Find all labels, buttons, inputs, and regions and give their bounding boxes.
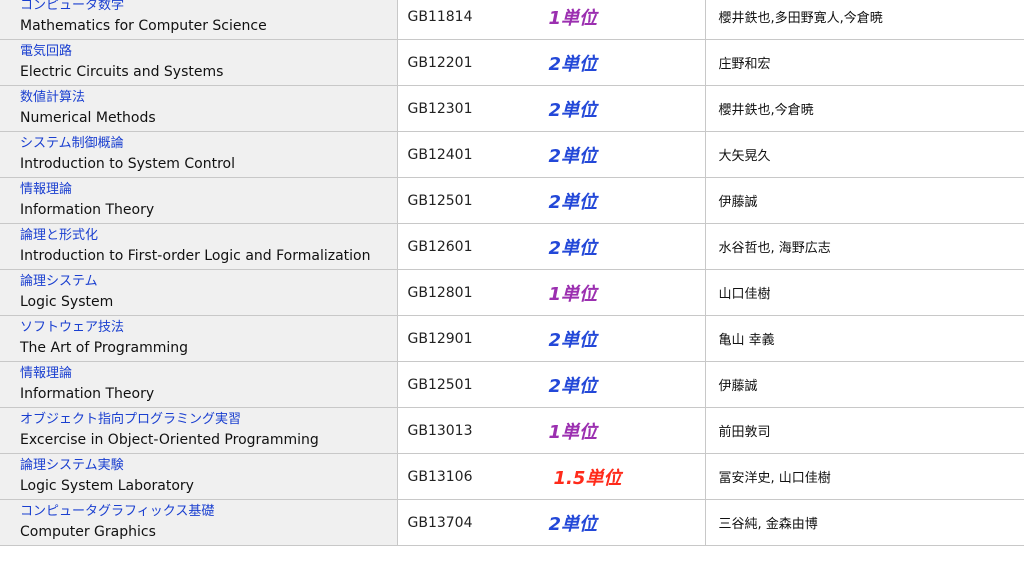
course-english-title: Logic System bbox=[20, 293, 114, 310]
table-row: 情報理論 Information Theory GB12501 2単位 伊藤誠 bbox=[0, 361, 1024, 408]
credit-label: 1単位 bbox=[548, 421, 598, 443]
credit-label: 2単位 bbox=[548, 375, 598, 397]
course-code: GB13704 bbox=[407, 514, 473, 531]
course-code: GB12501 bbox=[407, 376, 473, 393]
course-code-cell: GB13704 2単位 bbox=[396, 499, 706, 546]
course-title-link[interactable]: オブジェクト指向プログラミング実習 bbox=[20, 411, 396, 429]
course-table-body: コンピュータ数学 Mathematics for Computer Science… bbox=[0, 0, 1024, 546]
instructor-cell: 山口佳樹 bbox=[704, 269, 1024, 316]
course-code: GB12401 bbox=[407, 146, 473, 163]
instructor-cell: 伊藤誠 bbox=[704, 177, 1024, 224]
course-code-cell: GB13013 1単位 bbox=[396, 407, 706, 454]
instructor-cell: 櫻井鉄也,多田野寛人,今倉暁 bbox=[704, 0, 1024, 40]
course-title-link[interactable]: 情報理論 bbox=[20, 365, 396, 383]
table-row: 論理システム Logic System GB12801 1単位 山口佳樹 bbox=[0, 269, 1024, 316]
course-code-cell: GB12301 2単位 bbox=[396, 85, 706, 132]
course-name-cell: 情報理論 Information Theory bbox=[0, 177, 398, 224]
credit-label: 1.5単位 bbox=[553, 467, 622, 489]
course-code-cell: GB12401 2単位 bbox=[396, 131, 706, 178]
course-name-cell: ソフトウェア技法 The Art of Programming bbox=[0, 315, 398, 362]
course-code-cell: GB11814 1単位 bbox=[396, 0, 706, 40]
course-code: GB13106 bbox=[407, 468, 473, 485]
credit-label: 1単位 bbox=[548, 283, 598, 305]
credit-label: 1単位 bbox=[548, 7, 598, 29]
course-name-cell: 論理システム実験 Logic System Laboratory bbox=[0, 453, 398, 500]
table-row: 論理システム実験 Logic System Laboratory GB13106 1.… bbox=[0, 453, 1024, 500]
course-english-title: Mathematics for Computer Science bbox=[20, 17, 267, 34]
course-title-link[interactable]: コンピュータグラフィックス基礎 bbox=[20, 503, 396, 521]
course-english-title: Information Theory bbox=[20, 385, 155, 402]
course-code-cell: GB12501 2単位 bbox=[396, 177, 706, 224]
course-code: GB12501 bbox=[407, 192, 473, 209]
course-name-cell: オブジェクト指向プログラミング実習 Excercise in Object-Ori… bbox=[0, 407, 398, 454]
course-english-title: Numerical Methods bbox=[20, 109, 156, 126]
course-code-cell: GB12501 2単位 bbox=[396, 361, 706, 408]
table-row: コンピュータ数学 Mathematics for Computer Science… bbox=[0, 0, 1024, 40]
course-title-link[interactable]: ソフトウェア技法 bbox=[20, 319, 396, 337]
table-row: 数値計算法 Numerical Methods GB12301 2単位 櫻井鉄也,今倉暁 bbox=[0, 85, 1024, 132]
course-code: GB12801 bbox=[407, 284, 473, 301]
credit-label: 2単位 bbox=[548, 191, 598, 213]
instructor-cell: 亀山 幸義 bbox=[704, 315, 1024, 362]
instructor-cell: 冨安洋史, 山口佳樹 bbox=[704, 453, 1024, 500]
table-row: ソフトウェア技法 The Art of Programming GB12901 2単位… bbox=[0, 315, 1024, 362]
instructor-cell: 櫻井鉄也,今倉暁 bbox=[704, 85, 1024, 132]
table-row: コンピュータグラフィックス基礎 Computer Graphics GB13704 2… bbox=[0, 499, 1024, 546]
course-title-link[interactable]: 論理システム実験 bbox=[20, 457, 396, 475]
instructor-cell: 伊藤誠 bbox=[704, 361, 1024, 408]
credit-label: 2単位 bbox=[548, 237, 598, 259]
course-name-cell: コンピュータ数学 Mathematics for Computer Science bbox=[0, 0, 398, 40]
course-title-link[interactable]: 情報理論 bbox=[20, 181, 396, 199]
course-title-link[interactable]: 論理システム bbox=[20, 273, 396, 291]
course-code: GB12201 bbox=[407, 54, 473, 71]
course-code: GB12901 bbox=[407, 330, 473, 347]
course-code-cell: GB13106 1.5単位 bbox=[396, 453, 706, 500]
instructor-cell: 庄野和宏 bbox=[704, 39, 1024, 86]
course-code-cell: GB12601 2単位 bbox=[396, 223, 706, 270]
instructor-cell: 水谷哲也, 海野広志 bbox=[704, 223, 1024, 270]
course-english-title: Information Theory bbox=[20, 201, 155, 218]
course-title-link[interactable]: 数値計算法 bbox=[20, 89, 396, 107]
course-name-cell: 論理システム Logic System bbox=[0, 269, 398, 316]
course-table: コンピュータ数学 Mathematics for Computer Science… bbox=[0, 0, 1024, 546]
table-row: システム制御概論 Introduction to System Control GB… bbox=[0, 131, 1024, 178]
course-code-cell: GB12201 2単位 bbox=[396, 39, 706, 86]
course-title-link[interactable]: システム制御概論 bbox=[20, 135, 396, 153]
course-code-cell: GB12901 2単位 bbox=[396, 315, 706, 362]
course-name-cell: システム制御概論 Introduction to System Control bbox=[0, 131, 398, 178]
course-english-title: The Art of Programming bbox=[20, 339, 189, 356]
credit-label: 2単位 bbox=[548, 99, 598, 121]
course-name-cell: 論理と形式化 Introduction to First-order Logic … bbox=[0, 223, 398, 270]
instructor-cell: 大矢晃久 bbox=[704, 131, 1024, 178]
course-name-cell: コンピュータグラフィックス基礎 Computer Graphics bbox=[0, 499, 398, 546]
course-title-link[interactable]: コンピュータ数学 bbox=[20, 0, 396, 15]
course-code: GB12301 bbox=[407, 100, 473, 117]
credit-label: 2単位 bbox=[548, 513, 598, 535]
course-code: GB13013 bbox=[407, 422, 473, 439]
course-english-title: Introduction to System Control bbox=[20, 155, 235, 172]
course-english-title: Computer Graphics bbox=[20, 523, 156, 540]
course-code: GB11814 bbox=[407, 8, 473, 25]
table-row: 論理と形式化 Introduction to First-order Logic … bbox=[0, 223, 1024, 270]
course-title-link[interactable]: 論理と形式化 bbox=[20, 227, 396, 245]
course-english-title: Logic System Laboratory bbox=[20, 477, 194, 494]
table-row: 電気回路 Electric Circuits and Systems GB12201… bbox=[0, 39, 1024, 86]
course-title-link[interactable]: 電気回路 bbox=[20, 43, 396, 61]
credit-label: 2単位 bbox=[548, 329, 598, 351]
table-row: オブジェクト指向プログラミング実習 Excercise in Object-Ori… bbox=[0, 407, 1024, 454]
course-code: GB12601 bbox=[407, 238, 473, 255]
table-row: 情報理論 Information Theory GB12501 2単位 伊藤誠 bbox=[0, 177, 1024, 224]
course-english-title: Excercise in Object-Oriented Programming bbox=[20, 431, 319, 448]
course-name-cell: 電気回路 Electric Circuits and Systems bbox=[0, 39, 398, 86]
course-english-title: Introduction to First-order Logic and Fo… bbox=[20, 247, 371, 264]
course-code-cell: GB12801 1単位 bbox=[396, 269, 706, 316]
instructor-cell: 三谷純, 金森由博 bbox=[704, 499, 1024, 546]
instructor-cell: 前田敦司 bbox=[704, 407, 1024, 454]
course-name-cell: 数値計算法 Numerical Methods bbox=[0, 85, 398, 132]
course-name-cell: 情報理論 Information Theory bbox=[0, 361, 398, 408]
credit-label: 2単位 bbox=[548, 53, 598, 75]
course-english-title: Electric Circuits and Systems bbox=[20, 63, 224, 80]
credit-label: 2単位 bbox=[548, 145, 598, 167]
